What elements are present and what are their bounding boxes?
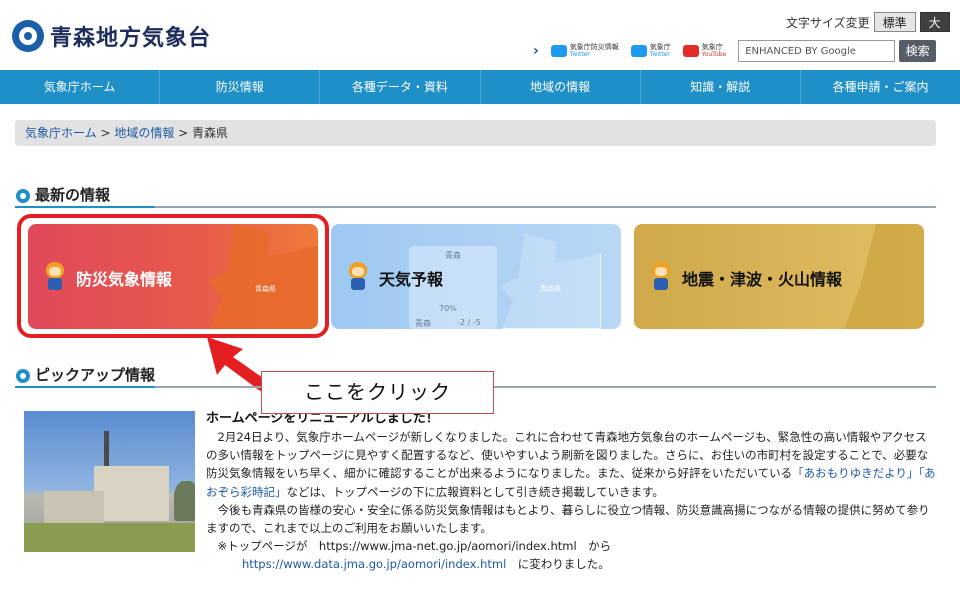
sns-sub: Twitter xyxy=(649,51,670,58)
sns-label: 気象庁防災情報 xyxy=(569,43,619,51)
mascot-icon xyxy=(646,258,676,292)
highlight-frame xyxy=(17,214,329,338)
sns-sub: YouTube xyxy=(701,51,727,58)
search-input[interactable]: ENHANCED BY Google xyxy=(738,40,896,62)
nav-item-data[interactable]: 各種データ・資料 xyxy=(320,70,481,104)
jma-logo-icon xyxy=(12,20,44,52)
breadcrumb-jma-home[interactable]: 気象庁ホーム xyxy=(25,126,97,140)
card-label: 天気予報 xyxy=(379,270,444,289)
panel-temp: -2 / -5 xyxy=(457,318,481,327)
fontsize-label: 文字サイズ変更 xyxy=(786,15,870,30)
card-weather-forecast[interactable]: 青森 70% 青森 -2 / -5 青森県 天気予報 xyxy=(331,224,621,329)
office-photo xyxy=(24,411,195,552)
sns-label: 気象庁 xyxy=(649,43,671,51)
latest-info-heading: 最新の情報 xyxy=(15,184,936,208)
sns-label: 気象庁 xyxy=(701,43,723,51)
latest-info-title: 最新の情報 xyxy=(35,186,111,204)
twitter-icon xyxy=(630,45,647,57)
map-label: 青森県 xyxy=(540,285,561,293)
aomori-map-icon xyxy=(499,234,601,329)
youtube-icon xyxy=(682,45,699,57)
news-text: などは、トップページの下に広報資料として引き続き掲載していきます。 xyxy=(286,484,664,499)
twitter-jma-link[interactable]: 気象庁 Twitter xyxy=(630,43,671,59)
fontsize-large-button[interactable]: 大 xyxy=(919,12,950,32)
breadcrumb-separator: > xyxy=(174,126,193,140)
breadcrumb: 気象庁ホーム > 地域の情報 > 青森県 xyxy=(15,120,936,146)
section-bullet-icon xyxy=(16,189,30,203)
breadcrumb-current: 青森県 xyxy=(192,126,229,140)
news-paragraph-4: https://www.data.jma.go.jp/aomori/index.… xyxy=(206,555,936,573)
card-earthquake-info[interactable]: 地震・津波・火山情報 xyxy=(634,224,924,329)
mascot-icon xyxy=(343,258,373,292)
global-nav: 気象庁ホーム 防災情報 各種データ・資料 地域の情報 知識・解説 各種申請・ご案… xyxy=(0,70,960,104)
section-bullet-icon xyxy=(16,369,30,383)
news-paragraph-2: 今後も青森県の皆様の安心・安全に係る防災気象情報はもとより、暮らしに役立つ情報、… xyxy=(206,502,930,536)
news-body: 2月24日より、気象庁ホームページが新しくなりました。これに合わせて青森地方気象… xyxy=(206,428,936,574)
panel-pct: 70% xyxy=(439,304,457,313)
nav-item-knowledge[interactable]: 知識・解説 xyxy=(641,70,801,104)
breadcrumb-separator: > xyxy=(96,126,115,140)
sns-sub: Twitter xyxy=(569,51,590,58)
nav-item-jma-home[interactable]: 気象庁ホーム xyxy=(0,70,161,104)
site-logo[interactable]: 青森地方気象台 xyxy=(12,20,211,52)
twitter-bousai-link[interactable]: 気象庁防災情報 Twitter xyxy=(550,43,619,59)
new-url-link[interactable]: https://www.data.jma.go.jp/aomori/index.… xyxy=(242,557,506,571)
panel-city: 青森 xyxy=(415,319,431,328)
twitter-icon xyxy=(550,45,567,57)
social-links: › 気象庁防災情報 Twitter 気象庁 Twitter 気象庁 YouTube E… xyxy=(533,40,937,62)
breadcrumb-region[interactable]: 地域の情報 xyxy=(114,126,174,140)
japan-map-icon xyxy=(844,224,924,329)
news-paragraph-1: 2月24日より、気象庁ホームページが新しくなりました。これに合わせて青森地方気象… xyxy=(206,428,936,501)
nav-item-bousai[interactable]: 防災情報 xyxy=(160,70,321,104)
panel-top: 青森 xyxy=(445,251,461,260)
fontsize-standard-button[interactable]: 標準 xyxy=(873,12,916,32)
chevron-right-icon: › xyxy=(533,43,539,59)
pickup-title: ピックアップ情報 xyxy=(35,366,156,384)
nav-item-application[interactable]: 各種申請・ご案内 xyxy=(801,70,960,104)
click-here-callout: ここをクリック xyxy=(261,371,494,414)
link-aomori-yukidayori[interactable]: 「あおもりゆきだより」 xyxy=(792,466,918,480)
card-label: 地震・津波・火山情報 xyxy=(682,270,843,289)
search-button[interactable]: 検索 xyxy=(899,40,937,62)
news-text: に変わりました。 xyxy=(506,557,610,572)
site-header: 青森地方気象台 文字サイズ変更 標準 大 › 気象庁防災情報 Twitter 気象… xyxy=(0,0,960,70)
logo-text: 青森地方気象台 xyxy=(50,26,212,51)
nav-item-region[interactable]: 地域の情報 xyxy=(481,70,641,104)
news-paragraph-3: ※トップページが https://www.jma-net.go.jp/aomor… xyxy=(206,539,612,554)
youtube-jma-link[interactable]: 気象庁 YouTube xyxy=(682,43,727,59)
fontsize-control: 文字サイズ変更 標準 大 xyxy=(786,12,950,32)
